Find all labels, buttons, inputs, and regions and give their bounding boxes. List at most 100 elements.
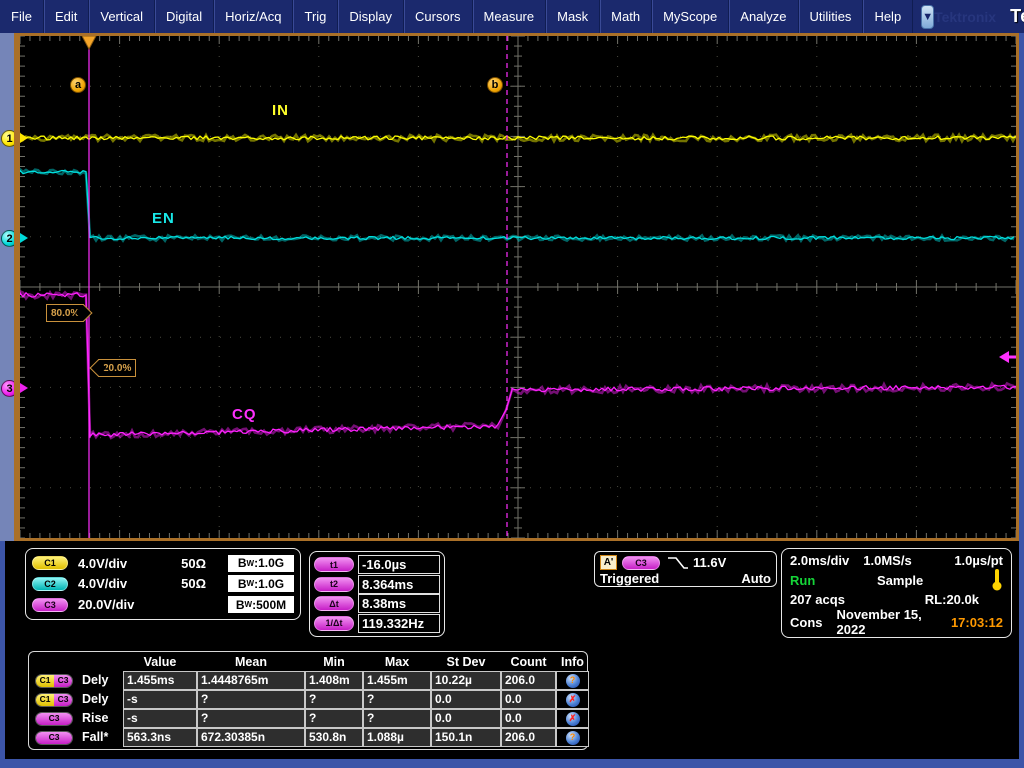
measurement-cell-min: ? xyxy=(305,690,363,709)
window-edge-left xyxy=(0,541,5,768)
channel-3-bandwidth: BW:500M xyxy=(228,596,294,613)
measurement-cell-mean: ? xyxy=(197,709,305,728)
menu-item-file[interactable]: File xyxy=(0,0,44,33)
menu-item-edit[interactable]: Edit xyxy=(44,0,89,33)
menu-item-math[interactable]: Math xyxy=(600,0,652,33)
window-edge-bottom xyxy=(0,759,1024,768)
measurement-row[interactable]: C1C3Dely-s???0.00.0✗ xyxy=(31,690,585,709)
measurement-source-label: C1C3Dely xyxy=(31,690,123,709)
channel-2-badge: C2 xyxy=(32,577,68,591)
window-edge-right xyxy=(1019,33,1024,768)
measurement-name: Rise xyxy=(82,710,108,727)
measurement-cell-stdev: 0.0 xyxy=(431,709,501,728)
trace-label-cq: CQ xyxy=(232,406,257,423)
menu-item-help[interactable]: Help xyxy=(863,0,913,33)
channel-1-row[interactable]: C1 4.0V/div 50Ω BW:1.0G xyxy=(32,555,294,572)
cursor-t2-badge[interactable]: t2 xyxy=(314,577,354,592)
cursor-delta-t-row: Δt 8.38ms xyxy=(314,594,440,613)
measurement-row[interactable]: C3Rise-s???0.00.0✗ xyxy=(31,709,585,728)
channel-2-row[interactable]: C2 4.0V/div 50Ω BW:1.0G xyxy=(32,575,294,592)
cursor-inv-delta-t-badge[interactable]: 1/Δt xyxy=(314,616,354,631)
menu-item-display[interactable]: Display xyxy=(338,0,404,33)
col-header-info: Info xyxy=(556,653,589,671)
measurement-source-badge: C1C3 xyxy=(35,693,73,707)
channel-settings-panel: C1 4.0V/div 50Ω BW:1.0G C2 4.0V/div 50Ω … xyxy=(25,548,301,620)
cursor-t1-value: -16.0µs xyxy=(358,555,440,574)
info-question-icon[interactable]: ? xyxy=(566,674,580,688)
channel-marker-strip: 1 2 3 xyxy=(0,33,14,541)
cursor-readout-panel: t1 -16.0µs t2 8.364ms Δt 8.38ms 1/Δt 119… xyxy=(309,551,445,637)
menu-item-vertical[interactable]: Vertical xyxy=(89,0,155,33)
cursor-t2-value: 8.364ms xyxy=(358,575,440,594)
channel-2-ground-arrow xyxy=(20,233,28,243)
measurement-cell-count: 0.0 xyxy=(501,690,556,709)
cursor-t1-row: t1 -16.0µs xyxy=(314,555,440,574)
measurement-cell-max: 1.455m xyxy=(363,671,431,690)
record-length: RL:20.0k xyxy=(925,592,979,607)
menu-item-digital[interactable]: Digital xyxy=(155,0,214,33)
trigger-level-value: 11.6V xyxy=(693,555,726,570)
measurement-row[interactable]: C3Fall*563.3ns672.30385n530.8n1.088µ150.… xyxy=(31,728,585,747)
info-error-icon[interactable]: ✗ xyxy=(566,712,580,726)
menu-items: FileEditVerticalDigitalHoriz/AcqTrigDisp… xyxy=(0,0,913,33)
info-error-icon[interactable]: ✗ xyxy=(566,693,580,707)
resolution-value: 1.0µs/pt xyxy=(954,553,1003,568)
measurement-row[interactable]: C1C3Dely1.455ms1.4448765m1.408m1.455m10.… xyxy=(31,671,585,690)
menu-item-myscope[interactable]: MyScope xyxy=(652,0,729,33)
cursor-inv-delta-t-value: 119.332Hz xyxy=(358,614,440,633)
measurement-cell-count: 206.0 xyxy=(501,671,556,690)
measurement-cell-mean: 1.4448765m xyxy=(197,671,305,690)
menu-item-horiz-acq[interactable]: Horiz/Acq xyxy=(214,0,293,33)
channel-3-scale: 20.0V/div xyxy=(78,597,164,612)
trace-en-glow xyxy=(20,169,1014,240)
measurement-name: Dely xyxy=(82,672,108,689)
cursor-t1-badge[interactable]: t1 xyxy=(314,557,354,572)
trace-label-in: IN xyxy=(272,102,289,119)
trigger-panel[interactable]: A' C3 11.6V Triggered Auto xyxy=(594,551,777,587)
channel-1-bandwidth: BW:1.0G xyxy=(228,555,294,572)
channel-2-scale: 4.0V/div xyxy=(78,576,164,591)
acq-count: 207 acqs xyxy=(790,592,845,607)
timebase-value: 2.0ms/div xyxy=(790,553,849,568)
col-header-max: Max xyxy=(363,653,431,671)
measurement-header-row: Value Mean Min Max St Dev Count Info xyxy=(31,653,585,671)
measurement-source-badge: C3 xyxy=(35,712,73,726)
readout-area: C1 4.0V/div 50Ω BW:1.0G C2 4.0V/div 50Ω … xyxy=(0,541,1024,768)
menu-dropdown-button[interactable]: ▼ xyxy=(921,5,934,29)
time-value: 17:03:12 xyxy=(951,615,1003,630)
trigger-position-marker[interactable] xyxy=(82,36,96,49)
measurement-cell-count: 206.0 xyxy=(501,728,556,747)
cursor-a-handle[interactable]: a xyxy=(70,77,86,93)
col-header-value: Value xyxy=(123,653,197,671)
measurement-cell-stdev: 0.0 xyxy=(431,690,501,709)
channel-3-badge: C3 xyxy=(32,598,68,612)
menu-item-utilities[interactable]: Utilities xyxy=(799,0,864,33)
menu-item-cursors[interactable]: Cursors xyxy=(404,0,473,33)
measurement-source-label: C3 Rise xyxy=(31,709,123,728)
datetime-row: Cons November 15, 2022 17:03:12 xyxy=(790,607,1003,637)
channel-3-ground-arrow xyxy=(20,383,28,393)
measurement-info-cell: ? xyxy=(556,728,589,747)
measurement-source-badge: C1C3 xyxy=(35,674,73,688)
info-question-icon[interactable]: ? xyxy=(566,731,580,745)
acquisition-panel: 2.0ms/div 1.0MS/s 1.0µs/pt Run Sample 20… xyxy=(781,548,1012,638)
acquisition-count-row: 207 acqs RL:20.0k xyxy=(790,592,1003,607)
col-header-count: Count xyxy=(501,653,556,671)
menu-item-measure[interactable]: Measure xyxy=(473,0,547,33)
channel-3-row[interactable]: C3 20.0V/div BW:500M xyxy=(32,596,294,613)
col-header-stdev: St Dev xyxy=(431,653,501,671)
cursor-b-handle[interactable]: b xyxy=(487,77,503,93)
cursor-inv-delta-t-row: 1/Δt 119.332Hz xyxy=(314,614,440,633)
trigger-channel-badge: C3 xyxy=(622,556,660,570)
col-header-mean: Mean xyxy=(197,653,305,671)
tek-logo: Tek xyxy=(1010,6,1024,27)
menu-item-mask[interactable]: Mask xyxy=(546,0,600,33)
channel-2-bandwidth: BW:1.0G xyxy=(228,575,294,592)
measurement-cell-stdev: 150.1n xyxy=(431,728,501,747)
menu-item-analyze[interactable]: Analyze xyxy=(729,0,798,33)
menu-item-trig[interactable]: Trig xyxy=(293,0,338,33)
menu-bar: FileEditVerticalDigitalHoriz/AcqTrigDisp… xyxy=(0,0,1024,33)
ref-level-20-tag: 20.0% xyxy=(98,359,136,377)
trigger-level-marker[interactable] xyxy=(999,351,1009,363)
cursor-delta-t-badge[interactable]: Δt xyxy=(314,596,354,611)
